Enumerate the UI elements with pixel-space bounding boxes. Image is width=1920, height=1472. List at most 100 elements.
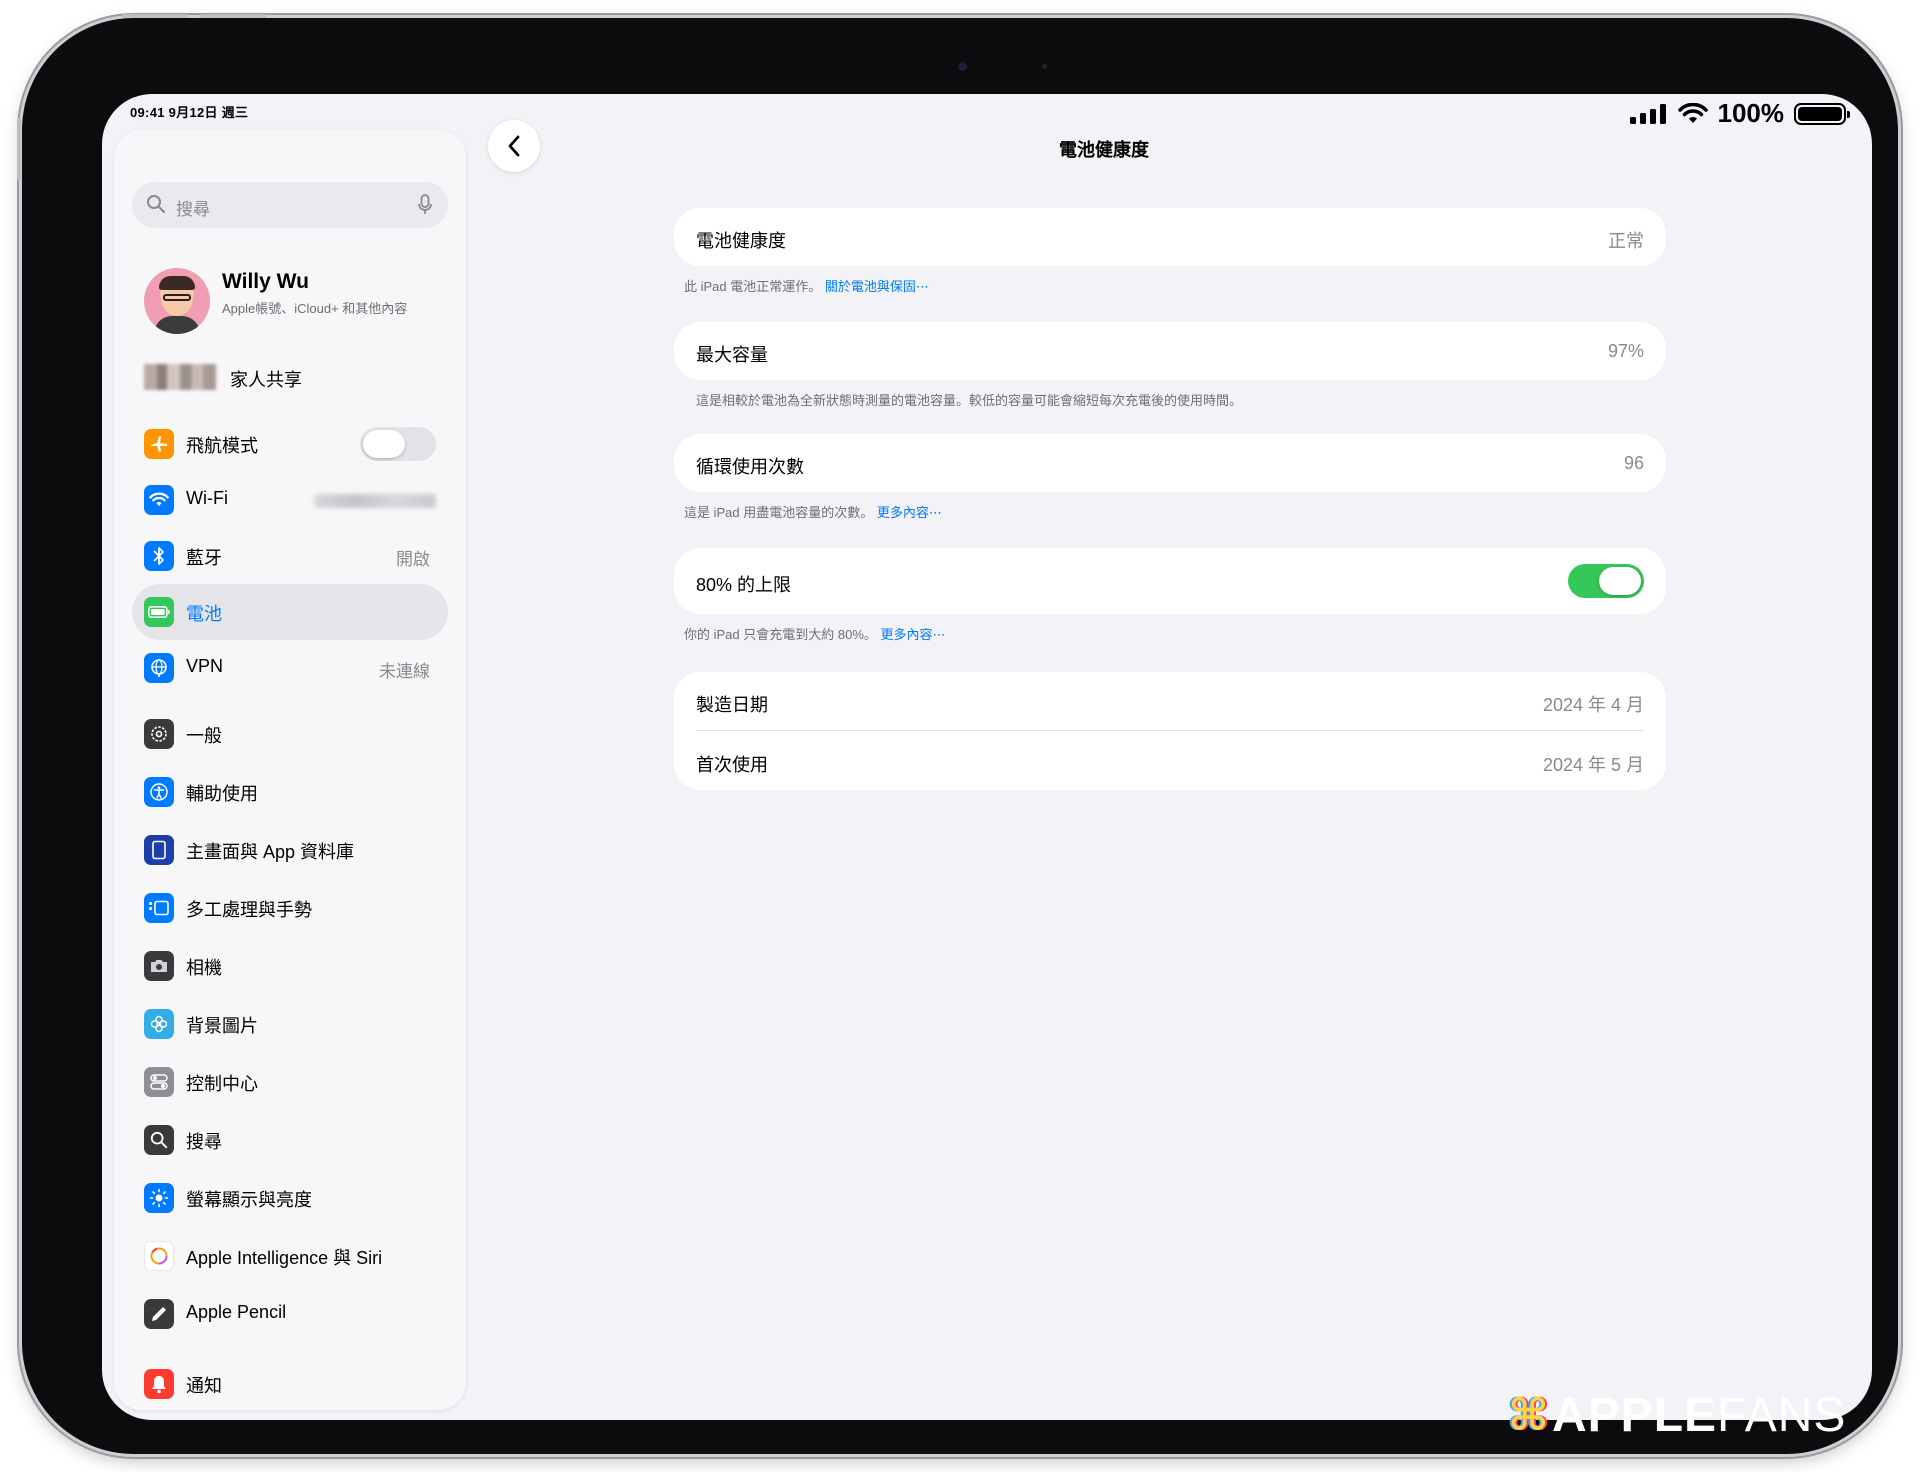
row-label: 80% 的上限 bbox=[696, 575, 792, 595]
sidebar-item-accessibility[interactable]: 輔助使用 bbox=[132, 764, 448, 820]
sidebar-item-wifi[interactable]: Wi-Fi bbox=[132, 472, 448, 528]
profile-name: Willy Wu bbox=[222, 270, 309, 293]
charge-limit-row: 80% 的上限 bbox=[674, 552, 1666, 610]
cycle-count-value: 96 bbox=[1623, 453, 1644, 473]
sidebar-item-label: 背景圖片 bbox=[186, 1016, 258, 1036]
family-sharing-label: 家人共享 bbox=[230, 370, 302, 390]
sidebar-item-label: 通知 bbox=[186, 1376, 222, 1396]
settings-sidebar: 搜尋 Willy Wu Apple帳號、iCloud+ 和其他內容 家人共享 飛… bbox=[114, 130, 466, 1410]
airplane-icon bbox=[144, 429, 174, 459]
sidebar-item-apple-pencil[interactable]: Apple Pencil bbox=[132, 1286, 448, 1342]
sidebar-item-general[interactable]: 一般 bbox=[132, 706, 448, 762]
camera-lens-icon bbox=[958, 62, 967, 71]
manufacture-date-row: 製造日期 2024 年 4 月 bbox=[674, 672, 1666, 730]
sidebar-item-label: Apple Pencil bbox=[186, 1302, 287, 1322]
max-capacity-footer: 這是相較於電池為全新狀態時測量的電池容量。較低的容量可能會縮短每次充電後的使用時… bbox=[696, 393, 1243, 408]
back-button[interactable] bbox=[488, 120, 540, 172]
charge-limit-more-link[interactable]: 更多內容⋯ bbox=[881, 627, 946, 642]
cycle-count-card: 循環使用次數 96 bbox=[674, 434, 1666, 492]
sidebar-item-vpn[interactable]: VPN 未連線 bbox=[132, 640, 448, 696]
max-capacity-row: 最大容量 97% bbox=[674, 322, 1666, 380]
apple-account-profile[interactable]: Willy Wu Apple帳號、iCloud+ 和其他內容 bbox=[144, 268, 454, 338]
sidebar-item-label: 藍牙 bbox=[186, 548, 222, 568]
battery-icon bbox=[144, 597, 174, 627]
sensor-dot bbox=[1042, 64, 1047, 69]
sidebar-item-bluetooth[interactable]: 藍牙 開啟 bbox=[132, 528, 448, 584]
wifi-icon bbox=[144, 485, 174, 515]
sidebar-item-label: 電池 bbox=[186, 604, 222, 624]
front-camera bbox=[842, 56, 1082, 78]
camera-icon bbox=[144, 951, 174, 981]
battery-health-card[interactable]: 電池健康度 正常 bbox=[674, 208, 1666, 266]
sidebar-item-airplane-mode[interactable]: 飛航模式 bbox=[132, 416, 448, 472]
status-icons: 100% bbox=[1629, 98, 1850, 129]
globe-icon bbox=[144, 653, 174, 683]
status-time-date: 09:41 9月12日 週三 bbox=[130, 105, 249, 120]
sidebar-item-label: Wi-Fi bbox=[186, 488, 228, 508]
sidebar-item-display-brightness[interactable]: 螢幕顯示與亮度 bbox=[132, 1170, 448, 1226]
bluetooth-icon bbox=[144, 541, 174, 571]
manufacture-date-value: 2024 年 4 月 bbox=[1542, 695, 1644, 715]
charge-limit-toggle[interactable] bbox=[1568, 564, 1644, 598]
row-label: 首次使用 bbox=[696, 755, 768, 775]
profile-subtitle: Apple帳號、iCloud+ 和其他內容 bbox=[222, 301, 408, 316]
sidebar-item-label: 控制中心 bbox=[186, 1074, 258, 1094]
ipad-frame: 09:41 9月12日 週三 100% 搜尋 Willy Wu Apple帳號、… bbox=[17, 14, 1898, 1454]
watermark-thin-text: FANS bbox=[1717, 1389, 1847, 1442]
max-capacity-card: 最大容量 97% bbox=[674, 322, 1666, 380]
row-divider bbox=[696, 730, 1644, 731]
charge-limit-footer: 你的 iPad 只會充電到大約 80%。 更多內容⋯ bbox=[684, 627, 946, 642]
bluetooth-status: 開啟 bbox=[396, 550, 430, 569]
sidebar-item-camera[interactable]: 相機 bbox=[132, 938, 448, 994]
battery-health-status: 正常 bbox=[1608, 231, 1644, 251]
home-screen-icon bbox=[144, 835, 174, 865]
wallpaper-flower-icon bbox=[144, 1009, 174, 1039]
bell-icon bbox=[144, 1369, 174, 1399]
battery-status-icon bbox=[1794, 102, 1850, 125]
side-button bbox=[17, 118, 21, 180]
airplane-mode-toggle[interactable] bbox=[360, 427, 436, 461]
sidebar-item-label: 多工處理與手勢 bbox=[186, 900, 312, 920]
sidebar-item-battery[interactable]: 電池 bbox=[132, 584, 448, 640]
battery-health-footer: 此 iPad 電池正常運作。 關於電池與保固⋯ bbox=[684, 279, 929, 294]
cycle-count-footer: 這是 iPad 用盡電池容量的次數。 更多內容⋯ bbox=[684, 505, 942, 520]
row-label: 製造日期 bbox=[696, 695, 768, 715]
chevron-left-icon bbox=[508, 135, 520, 157]
sidebar-item-notifications[interactable]: 通知 bbox=[132, 1356, 448, 1410]
accessibility-icon bbox=[144, 777, 174, 807]
sidebar-item-label: Apple Intelligence 與 Siri bbox=[186, 1248, 383, 1268]
sidebar-item-home-screen[interactable]: 主畫面與 App 資料庫 bbox=[132, 822, 448, 878]
wifi-status-icon bbox=[1677, 102, 1708, 123]
battery-warranty-link[interactable]: 關於電池與保固⋯ bbox=[825, 279, 929, 294]
screen: 09:41 9月12日 週三 100% 搜尋 Willy Wu Apple帳號、… bbox=[102, 94, 1872, 1420]
gear-icon bbox=[144, 719, 174, 749]
battery-percentage: 100% bbox=[1717, 98, 1785, 128]
row-label: 循環使用次數 bbox=[696, 457, 804, 477]
sidebar-item-control-center[interactable]: 控制中心 bbox=[132, 1054, 448, 1110]
watermark-bold-text: APPLE bbox=[1552, 1389, 1718, 1442]
family-avatars bbox=[144, 364, 216, 390]
sidebar-item-search[interactable]: 搜尋 bbox=[132, 1112, 448, 1168]
sidebar-item-label: 一般 bbox=[186, 726, 222, 746]
command-key-logo-icon: ⌘ bbox=[1508, 1391, 1549, 1440]
sidebar-item-label: 飛航模式 bbox=[186, 436, 258, 456]
cycle-more-link[interactable]: 更多內容⋯ bbox=[877, 505, 942, 520]
microphone-icon[interactable] bbox=[418, 194, 432, 216]
search-icon bbox=[144, 1125, 174, 1155]
sidebar-item-label: 螢幕顯示與亮度 bbox=[186, 1190, 312, 1210]
sidebar-item-label: 輔助使用 bbox=[186, 784, 258, 804]
sidebar-item-apple-intelligence-siri[interactable]: Apple Intelligence 與 Siri bbox=[132, 1228, 448, 1284]
sidebar-item-multitasking[interactable]: 多工處理與手勢 bbox=[132, 880, 448, 936]
top-button bbox=[122, 14, 188, 18]
row-label: 電池健康度 bbox=[696, 231, 786, 251]
sidebar-item-wallpaper[interactable]: 背景圖片 bbox=[132, 996, 448, 1052]
battery-health-row[interactable]: 電池健康度 正常 bbox=[674, 208, 1666, 266]
sidebar-item-label: VPN bbox=[186, 656, 224, 676]
control-center-icon bbox=[144, 1067, 174, 1097]
search-placeholder: 搜尋 bbox=[176, 200, 210, 219]
avatar bbox=[144, 268, 210, 334]
page-title: 電池健康度 bbox=[1059, 140, 1149, 160]
cycle-count-row: 循環使用次數 96 bbox=[674, 434, 1666, 492]
search-field[interactable]: 搜尋 bbox=[132, 182, 448, 228]
multitasking-icon bbox=[144, 893, 174, 923]
